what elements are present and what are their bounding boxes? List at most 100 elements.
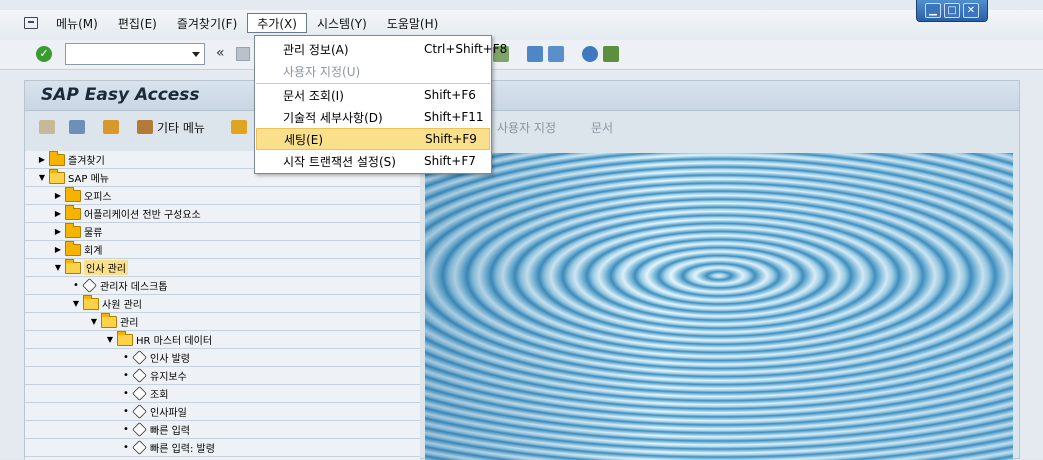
folder-open-icon [83, 294, 99, 310]
menu-tree: ▶ 즐겨찾기 ▼ SAP 메뉴 ▶ 오피스 ▶ 어플리케이션 전반 구성요소 ▶ 물류 ▶ 회계 ▼ 인사… [25, 150, 420, 460]
menu-option-label: 기술적 세부사항(D) [283, 110, 383, 125]
menu-option-shortcut: Shift+F7 [424, 154, 476, 168]
help-icon[interactable] [582, 46, 598, 62]
tree-node-label: 물류 [84, 228, 103, 239]
menu-item-system[interactable]: 시스템(Y) [307, 13, 377, 33]
tree-node-label: 어플리케이션 전반 구성요소 [84, 210, 201, 221]
tree-node[interactable]: ▶ 어플리케이션 전반 구성요소 [25, 204, 420, 223]
sap-menu-icon[interactable] [69, 120, 85, 134]
folder-icon [65, 186, 81, 202]
menu-option-label: 문서 조회(I) [283, 88, 344, 103]
user-settings-button[interactable]: 사용자 지정 [497, 119, 556, 136]
add-favorite-icon[interactable] [230, 120, 247, 134]
menu-option-shortcut: Shift+F11 [424, 110, 484, 124]
menu-option-technical-details[interactable]: 기술적 세부사항(D) Shift+F11 [256, 106, 490, 128]
layout-menu-icon[interactable] [603, 46, 619, 62]
app-menu-icon[interactable] [24, 17, 38, 29]
document-button[interactable]: 문서 [591, 119, 613, 136]
collapse-toolbar-icon[interactable]: « [216, 45, 225, 61]
tree-node[interactable]: • 빠른 입력 [25, 421, 420, 439]
transaction-icon [132, 404, 147, 419]
folder-open-icon [117, 330, 133, 346]
bullet-icon: • [123, 442, 129, 453]
menu-option-user-settings: 사용자 지정(U) [256, 60, 490, 82]
collapsed-icon[interactable]: ▶ [53, 227, 63, 236]
tree-node-label: 사원 관리 [102, 300, 142, 311]
tree-node-label: 즐겨찾기 [68, 156, 105, 167]
other-menu-button[interactable]: 기타 메뉴 [157, 119, 205, 136]
transaction-icon [132, 350, 147, 365]
new-session-icon[interactable] [527, 46, 543, 62]
transaction-icon [82, 278, 97, 293]
tree-node[interactable]: ▶ 회계 [25, 240, 420, 259]
collapsed-icon[interactable]: ▶ [53, 191, 63, 200]
collapsed-icon[interactable]: ▶ [37, 155, 47, 164]
tree-node[interactable]: ▶ 오피스 [25, 186, 420, 205]
enter-icon[interactable]: ✓ [36, 46, 52, 62]
menu-option-settings[interactable]: 세팅(E) Shift+F9 [256, 128, 490, 150]
menu-option-set-start-transaction[interactable]: 시작 트랜잭션 설정(S) Shift+F7 [256, 150, 490, 172]
transaction-icon [132, 368, 147, 383]
tree-node-label: 인사 관리 [84, 260, 128, 275]
bullet-icon: • [123, 370, 129, 381]
user-menu-icon[interactable] [39, 120, 55, 134]
save-icon[interactable] [236, 47, 250, 61]
tree-node[interactable]: ▼ 사원 관리 [25, 294, 420, 313]
other-menu-icon[interactable] [137, 120, 153, 134]
tree-node[interactable]: ▼ 관리 [25, 312, 420, 331]
transaction-icon [132, 422, 147, 437]
folder-open-icon [49, 168, 65, 184]
menu-option-label: 세팅(E) [284, 132, 324, 147]
tree-node-label: 인사파일 [150, 408, 187, 419]
menu-option-admin-info[interactable]: 관리 정보(A) Ctrl+Shift+F8 [256, 38, 507, 60]
tree-node-label: 유지보수 [150, 372, 187, 383]
extras-dropdown-menu: 관리 정보(A) Ctrl+Shift+F8 사용자 지정(U) 문서 조회(I… [254, 35, 507, 174]
folder-icon [65, 222, 81, 238]
folder-icon [65, 240, 81, 256]
menu-item-help[interactable]: 도움말(H) [377, 13, 449, 33]
tree-node[interactable]: ▼ HR 마스터 데이터 [25, 330, 420, 349]
tree-node[interactable]: ▶ 물류 [25, 222, 420, 241]
expanded-icon[interactable]: ▼ [89, 317, 99, 326]
tree-node-label: 회계 [84, 246, 103, 257]
expanded-icon[interactable]: ▼ [37, 173, 47, 182]
collapsed-icon[interactable]: ▶ [53, 245, 63, 254]
chevron-down-icon[interactable] [192, 52, 200, 57]
bullet-icon: • [123, 406, 129, 417]
close-icon[interactable]: ✕ [963, 3, 979, 18]
menu-option-shortcut: Ctrl+Shift+F8 [424, 42, 508, 56]
tree-node[interactable]: • 인사파일 [25, 403, 420, 421]
menu-option-display-document[interactable]: 문서 조회(I) Shift+F6 [256, 84, 490, 106]
business-workplace-icon[interactable] [103, 120, 119, 134]
page-title: SAP Easy Access [25, 81, 1019, 111]
bullet-icon: • [73, 280, 79, 291]
tree-node[interactable]: • 인사 발령 [25, 349, 420, 367]
standard-toolbar: ✓ « [0, 40, 1043, 70]
menu-item-edit[interactable]: 편집(E) [108, 13, 167, 33]
maximize-icon[interactable]: □ [944, 3, 960, 18]
folder-icon [65, 204, 81, 220]
menu-item-menu[interactable]: 메뉴(M) [46, 13, 108, 33]
menu-bar: 메뉴(M) 편집(E) 즐겨찾기(F) 추가(X) 시스템(Y) 도움말(H) [0, 10, 1043, 36]
tree-node[interactable]: • 유지보수 [25, 367, 420, 385]
background-image [425, 153, 1013, 460]
tree-node[interactable]: ▼ 인사 관리 [25, 258, 420, 277]
tree-node[interactable]: • 조회 [25, 385, 420, 403]
command-field[interactable] [65, 43, 205, 65]
window-controls: ▁ □ ✕ [916, 0, 988, 22]
menu-item-extras[interactable]: 추가(X) [247, 13, 307, 33]
menu-option-shortcut: Shift+F9 [425, 132, 477, 146]
bullet-icon: • [123, 388, 129, 399]
expanded-icon[interactable]: ▼ [71, 299, 81, 308]
minimize-icon[interactable]: ▁ [925, 3, 941, 18]
menu-item-favorites[interactable]: 즐겨찾기(F) [167, 13, 247, 33]
tree-node-label: SAP 메뉴 [68, 174, 109, 185]
main-content: SAP Easy Access 기타 메뉴 사용자 지정 문서 ▶ 즐겨찾기 ▼ SA… [24, 80, 1020, 460]
expanded-icon[interactable]: ▼ [105, 335, 115, 344]
collapsed-icon[interactable]: ▶ [53, 209, 63, 218]
expanded-icon[interactable]: ▼ [53, 263, 63, 272]
tree-node[interactable]: • 관리자 데스크톱 [25, 277, 420, 295]
transaction-icon [132, 440, 147, 455]
create-shortcut-icon[interactable] [548, 46, 564, 62]
tree-node[interactable]: • 빠른 입력: 발령 [25, 439, 420, 457]
